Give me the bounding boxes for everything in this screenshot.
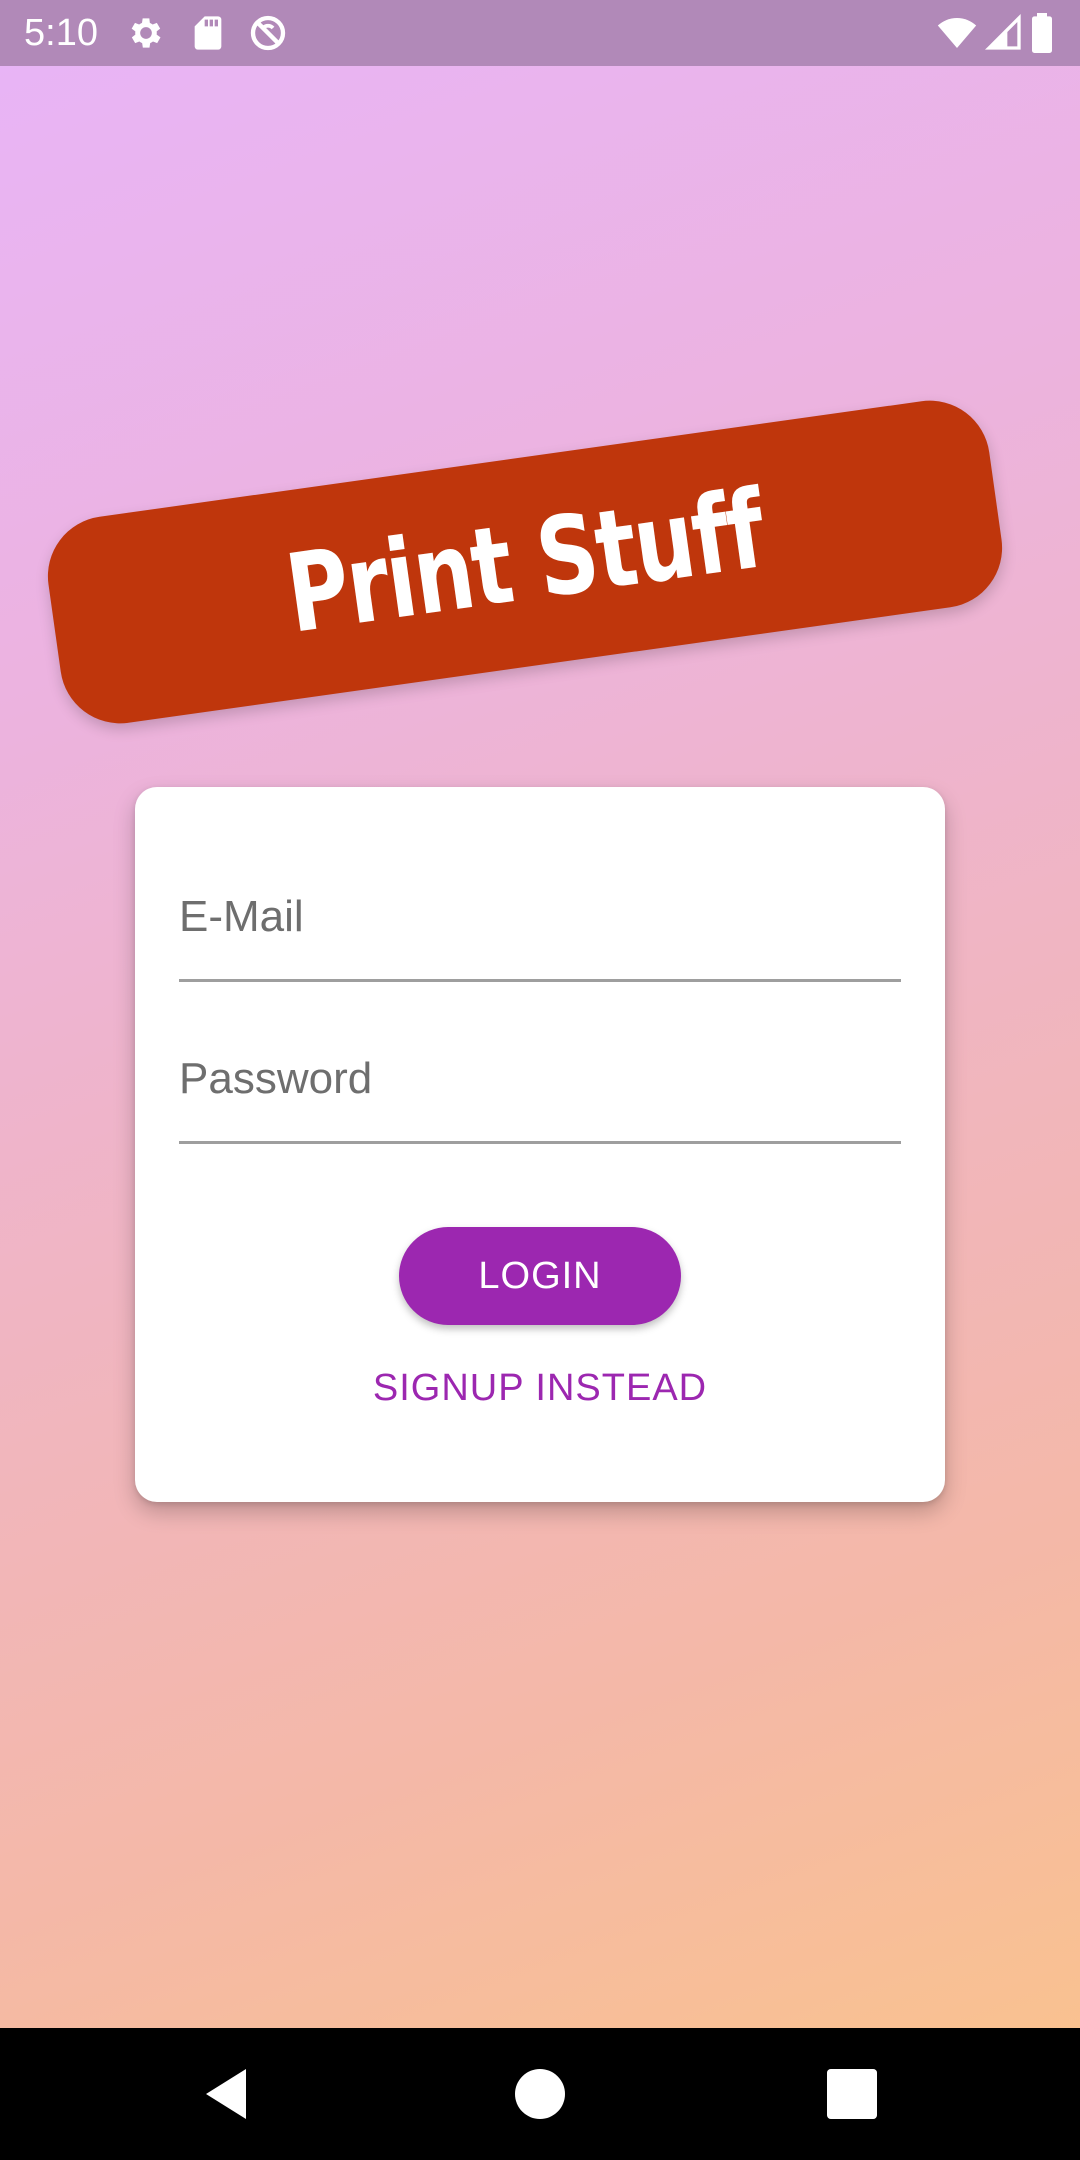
status-bar: 5:10 [0, 0, 1080, 66]
signup-instead-button[interactable]: SIGNUP INSTEAD [135, 1367, 945, 1410]
back-icon[interactable] [196, 2064, 256, 2124]
email-field-container [179, 887, 901, 982]
login-card: LOGIN SIGNUP INSTEAD [135, 787, 945, 1502]
email-field[interactable] [179, 887, 901, 947]
sync-disabled-icon [248, 13, 288, 53]
navigation-bar [0, 2028, 1080, 2160]
login-screen: 5:10 Print Stuff LOGIN SIG [0, 0, 1080, 2160]
password-field-container [179, 1049, 901, 1144]
gear-icon [126, 13, 166, 53]
battery-icon [1030, 13, 1060, 53]
login-button[interactable]: LOGIN [399, 1227, 681, 1325]
cell-signal-icon [984, 13, 1024, 53]
password-field[interactable] [179, 1049, 901, 1109]
sd-card-icon [188, 13, 228, 53]
home-icon[interactable] [510, 2064, 570, 2124]
app-title-banner: Print Stuff [40, 392, 1010, 732]
status-time: 5:10 [24, 12, 98, 54]
wifi-icon [934, 13, 980, 53]
app-title: Print Stuff [279, 466, 771, 658]
recents-icon[interactable] [822, 2064, 882, 2124]
